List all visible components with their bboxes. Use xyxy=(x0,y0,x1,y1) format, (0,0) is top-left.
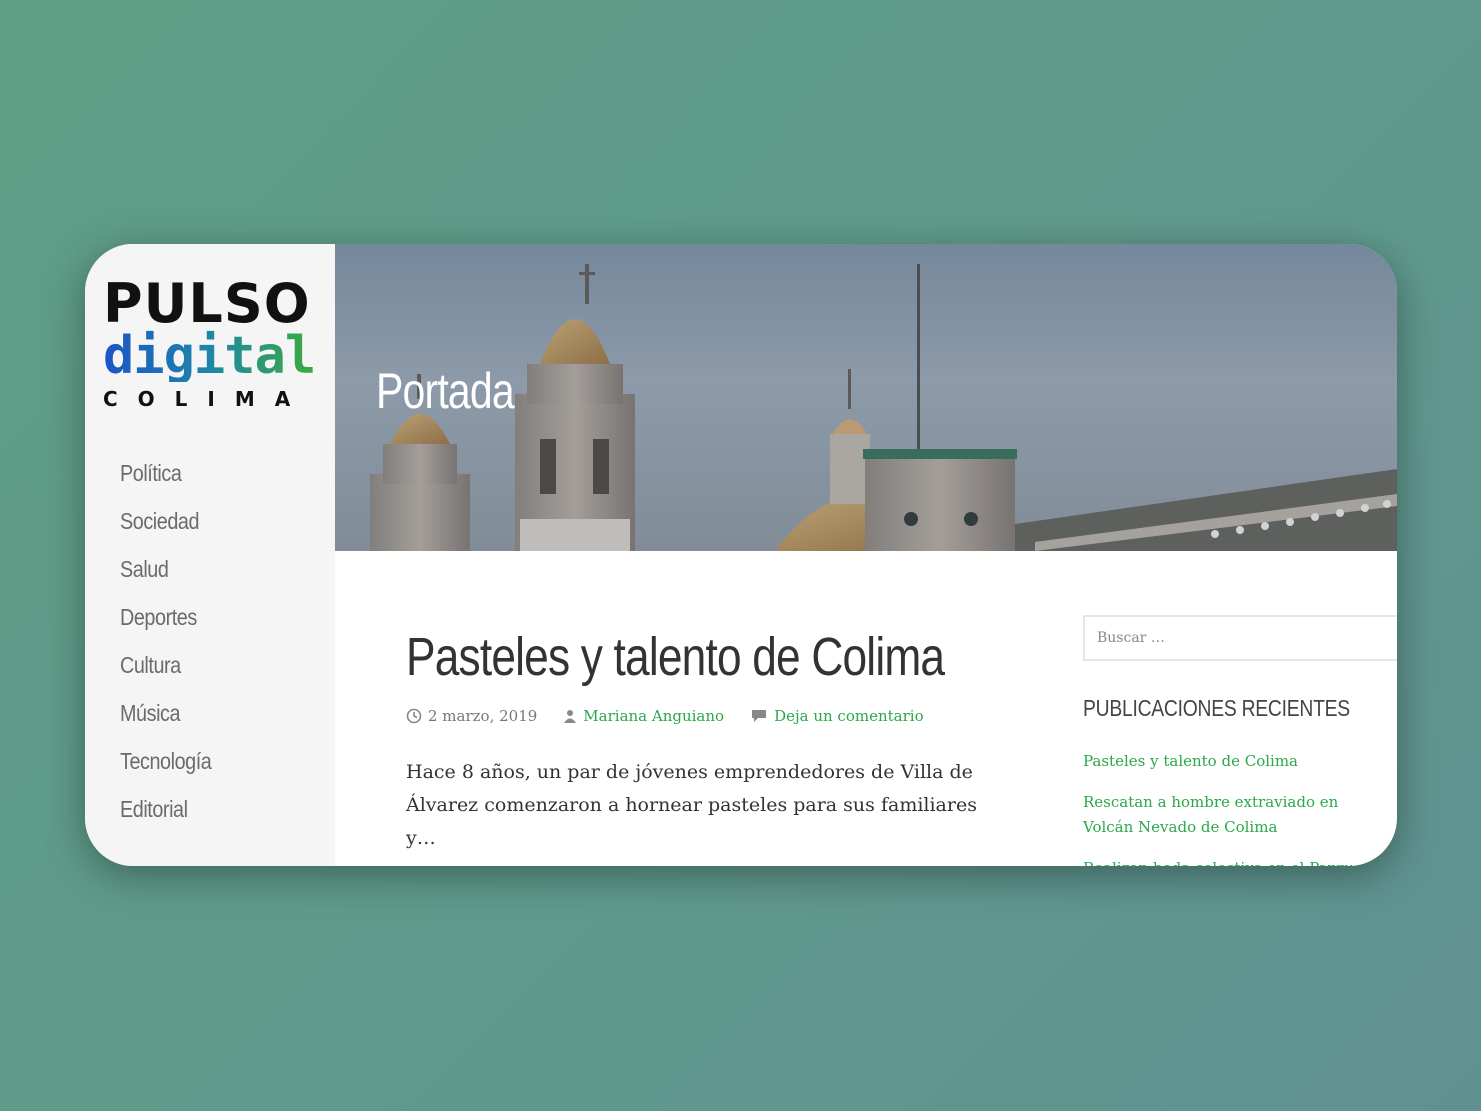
post-author: Mariana Anguiano xyxy=(563,707,724,725)
logo-digital: digital xyxy=(103,326,316,386)
search-input[interactable] xyxy=(1083,615,1397,661)
nav-item-musica[interactable]: Música xyxy=(120,689,211,737)
user-icon xyxy=(564,710,577,723)
hero-banner: Portada xyxy=(335,244,1397,551)
nav-item-deportes[interactable]: Deportes xyxy=(120,593,211,641)
logo-pulso: PULSO xyxy=(103,272,311,335)
post-excerpt: Hace 8 años, un par de jóvenes emprended… xyxy=(406,761,977,849)
post-meta: 2 marzo, 2019 Mariana Anguiano Deja un c… xyxy=(406,707,950,725)
nav-item-salud[interactable]: Salud xyxy=(120,545,211,593)
browser-window: PULSO digital COLIMA Política Sociedad S… xyxy=(85,244,1397,866)
post-date-text[interactable]: 2 marzo, 2019 xyxy=(428,707,537,725)
nav-item-politica[interactable]: Política xyxy=(120,449,211,497)
site-logo[interactable]: PULSO digital COLIMA xyxy=(103,274,317,414)
recent-post-link[interactable]: Rescatan a hombre extraviado en Volcán N… xyxy=(1083,790,1383,840)
sidebar: PULSO digital COLIMA Política Sociedad S… xyxy=(85,244,335,866)
logo-colima: COLIMA xyxy=(103,387,311,411)
clock-icon xyxy=(406,708,422,724)
nav-item-tecnologia[interactable]: Tecnología xyxy=(120,737,212,785)
author-link[interactable]: Mariana Anguiano xyxy=(583,707,724,725)
nav-item-sociedad[interactable]: Sociedad xyxy=(120,497,211,545)
post-comments: Deja un comentario xyxy=(750,707,924,725)
page-title: Portada xyxy=(376,363,515,419)
post-date: 2 marzo, 2019 xyxy=(406,707,537,725)
main-nav: Política Sociedad Salud Deportes Cultura… xyxy=(120,449,226,833)
post-title[interactable]: Pasteles y talento de Colima xyxy=(406,626,945,688)
recent-post-link[interactable]: Pasteles y talento de Colima xyxy=(1083,749,1383,774)
recent-posts-title: PUBLICACIONES RECIENTES xyxy=(1083,695,1350,721)
comment-icon xyxy=(752,710,767,722)
recent-posts-list: Pasteles y talento de Colima Rescatan a … xyxy=(1083,749,1383,866)
nav-item-cultura[interactable]: Cultura xyxy=(120,641,211,689)
nav-item-editorial[interactable]: Editorial xyxy=(120,785,211,833)
comments-link[interactable]: Deja un comentario xyxy=(774,707,924,725)
recent-post-link[interactable]: Realizan boda colectiva en el Parque xyxy=(1083,856,1383,866)
